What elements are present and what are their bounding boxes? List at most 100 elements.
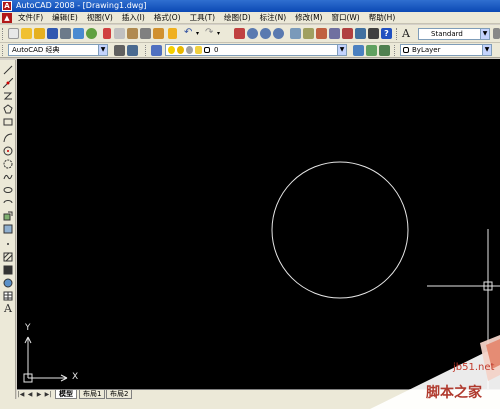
help-icon[interactable]: ? [381, 28, 392, 39]
point-icon[interactable] [2, 238, 14, 249]
copy-icon[interactable] [114, 28, 125, 39]
menu-insert[interactable]: 插入(I) [122, 12, 154, 24]
layer-states-icon[interactable] [379, 45, 390, 56]
sun-icon [177, 46, 184, 54]
layer-dropdown[interactable]: 0 ▼ [165, 44, 347, 56]
construction-line-icon[interactable] [2, 77, 14, 88]
menu-window[interactable]: 窗口(W) [331, 12, 368, 24]
text-style-dropdown[interactable]: Standard ▼ [418, 28, 490, 40]
polygon-icon[interactable] [2, 103, 14, 114]
toolbar-grip-5[interactable] [394, 45, 396, 56]
watermark-site-name: 脚本之家 [426, 385, 482, 401]
undo-icon[interactable]: ↶ [184, 28, 195, 39]
cut-icon[interactable] [103, 28, 111, 39]
pen-icon[interactable] [168, 28, 177, 39]
tab-model[interactable]: 模型 [55, 390, 77, 399]
workspace-settings-icon[interactable] [114, 45, 125, 56]
chevron-down-icon[interactable]: ▼ [482, 45, 491, 55]
circle-icon[interactable] [2, 145, 14, 156]
menu-draw[interactable]: 绘图(D) [224, 12, 260, 24]
chevron-down-icon[interactable]: ▼ [480, 29, 489, 39]
menu-view[interactable]: 视图(V) [87, 12, 122, 24]
menu-items: 文件(F) 编辑(E) 视图(V) 插入(I) 格式(O) 工具(T) 绘图(D… [18, 12, 404, 24]
properties-icon[interactable] [290, 28, 301, 39]
menu-format[interactable]: 格式(O) [154, 12, 190, 24]
workspace-dropdown[interactable]: AutoCAD 经典 ▼ [8, 44, 108, 56]
ellipse-arc-icon[interactable] [2, 197, 14, 208]
autocad-logo-icon[interactable]: A [2, 1, 12, 11]
lightbulb-icon [168, 46, 175, 54]
tab-layout2[interactable]: 布局2 [106, 390, 133, 399]
tool-palettes-icon[interactable] [316, 28, 327, 39]
zoom-previous-icon[interactable] [273, 28, 284, 39]
chevron-down-icon[interactable]: ▼ [98, 45, 107, 55]
rectangle-icon[interactable] [2, 116, 14, 127]
last-tab-icon[interactable]: ▶| [44, 391, 52, 399]
menu-tools[interactable]: 工具(T) [190, 12, 224, 24]
document-menu-icon[interactable]: ▲ [2, 13, 12, 23]
next-tab-icon[interactable]: ▶ [35, 391, 43, 399]
toolbar-grip-2[interactable] [396, 28, 398, 40]
multiline-text-icon[interactable]: A [2, 302, 14, 315]
text-style-icon[interactable]: A [402, 28, 416, 40]
hatch-icon[interactable] [2, 251, 14, 262]
layer-manager-icon[interactable] [151, 45, 162, 56]
redo-icon[interactable]: ↷ [205, 28, 216, 39]
revision-cloud-icon[interactable] [2, 158, 14, 169]
toolbar-grip-3[interactable] [2, 45, 4, 56]
ucs-icon [23, 336, 68, 383]
layer-color-icon [204, 47, 210, 53]
tab-layout1[interactable]: 布局1 [79, 390, 106, 399]
sheet-set-manager-icon[interactable] [329, 28, 340, 39]
qnew-icon[interactable] [8, 28, 19, 39]
insert-block-icon[interactable] [2, 210, 14, 221]
make-block-icon[interactable] [2, 223, 14, 234]
pan-icon[interactable] [234, 28, 245, 39]
table-icon[interactable] [2, 290, 14, 301]
ucs-x-label: X [72, 372, 79, 382]
design-center-icon[interactable] [303, 28, 314, 39]
menu-edit[interactable]: 编辑(E) [52, 12, 87, 24]
circle-entity[interactable] [271, 161, 409, 299]
polyline-icon[interactable] [2, 90, 14, 101]
region-icon[interactable] [2, 277, 14, 288]
make-current-layer-icon[interactable] [353, 45, 364, 56]
publish-icon[interactable] [86, 28, 97, 39]
menu-file[interactable]: 文件(F) [18, 12, 52, 24]
prev-tab-icon[interactable]: ◀ [26, 391, 34, 399]
menu-modify[interactable]: 修改(M) [295, 12, 331, 24]
chevron-down-icon[interactable]: ▼ [337, 45, 346, 55]
save-icon[interactable] [47, 28, 58, 39]
window-title: AutoCAD 2008 - [Drawing1.dwg] [16, 1, 147, 10]
menu-help[interactable]: 帮助(H) [369, 12, 405, 24]
markup-set-manager-icon[interactable] [342, 28, 353, 39]
first-tab-icon[interactable]: |◀ [17, 391, 25, 399]
redo-dropdown-icon[interactable]: ▾ [217, 28, 228, 39]
ellipse-icon[interactable] [2, 184, 14, 195]
calculator-icon[interactable] [368, 28, 379, 39]
text-style-value: Standard [431, 30, 463, 38]
new-icon[interactable] [21, 28, 32, 39]
color-dropdown[interactable]: ByLayer ▼ [400, 44, 492, 56]
plot-preview-icon[interactable] [73, 28, 84, 39]
quickcalc-icon[interactable] [355, 28, 366, 39]
gradient-icon[interactable] [2, 264, 14, 275]
toolbar-grip-4[interactable] [145, 45, 147, 56]
color-value: ByLayer [412, 46, 441, 54]
paste-icon[interactable] [127, 28, 138, 39]
zoom-realtime-icon[interactable] [247, 28, 258, 39]
open-icon[interactable] [34, 28, 45, 39]
toolbar-grip[interactable] [2, 28, 4, 40]
spline-icon[interactable] [2, 171, 14, 182]
save-workspace-icon[interactable] [127, 45, 138, 56]
block-editor-icon[interactable] [153, 28, 164, 39]
layer-previous-icon[interactable] [366, 45, 377, 56]
dim-style-icon[interactable] [493, 28, 500, 39]
match-properties-icon[interactable] [140, 28, 151, 39]
standard-toolbar: ↶ ▾ ↷ ▾ ? A Standard ▼ [0, 25, 500, 43]
menu-dimension[interactable]: 标注(N) [260, 12, 295, 24]
line-icon[interactable] [2, 64, 14, 75]
arc-icon[interactable] [2, 132, 14, 143]
plot-icon[interactable] [60, 28, 71, 39]
zoom-window-icon[interactable] [260, 28, 271, 39]
